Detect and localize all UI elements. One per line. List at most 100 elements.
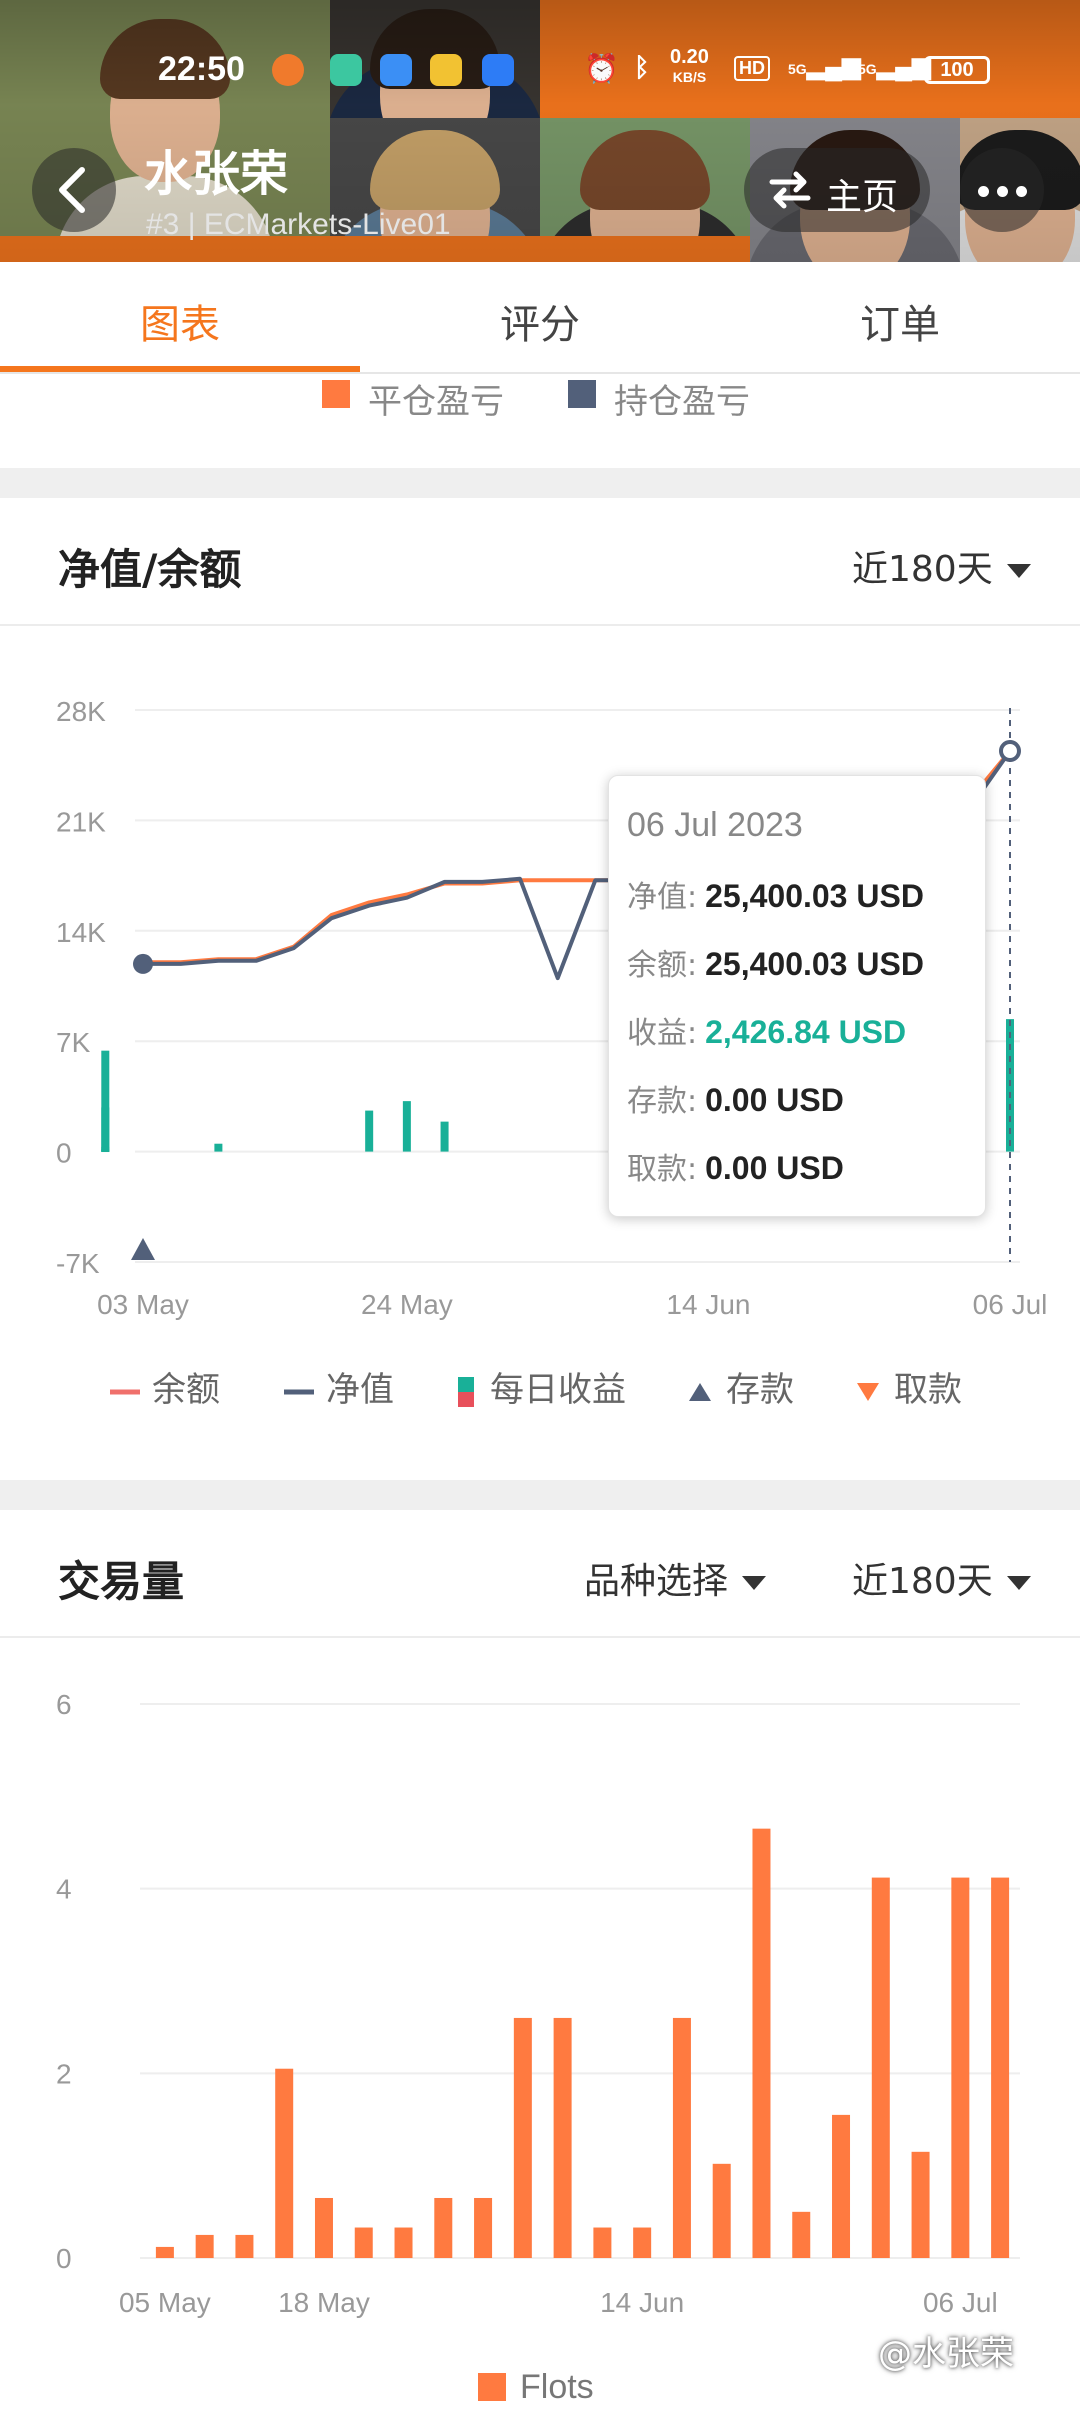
legend-square-icon <box>568 380 596 408</box>
volume-bar <box>911 2151 930 2258</box>
tooltip-row-profit: 收益: 2,426.84 USD <box>627 1014 907 1051</box>
volume-bar <box>513 2017 532 2258</box>
caret-down-icon <box>742 1576 767 1590</box>
chevron-left-icon <box>59 167 85 213</box>
bicolor-square-icon <box>458 1376 474 1407</box>
y-tick-label: 4 <box>56 1874 72 1905</box>
legend-balance[interactable]: 余额 <box>110 1362 220 1411</box>
tab-bar: 图表 评分 订单 <box>0 262 1080 374</box>
bluetooth-icon: ᛒ <box>634 52 650 82</box>
network-speed: 0.20 KB/S <box>670 46 709 85</box>
volume-bar <box>474 2197 493 2258</box>
signal-icon: 5G▂▄▆ <box>788 53 861 80</box>
volume-section-title: 交易量 <box>58 1557 185 1606</box>
caret-down-icon <box>1006 1576 1031 1590</box>
app-notification-icon <box>380 54 412 86</box>
volume-section-header: 交易量 品种选择 近180天 <box>0 1510 1080 1638</box>
tooltip-date: 06 Jul 2023 <box>627 806 803 844</box>
profile-header: 22:50 ⏰ ᛒ 0.20 KB/S HD 5G▂▄▆ 5G▂▄▆ 100 水张… <box>0 0 1080 262</box>
tab-rating[interactable]: 评分 <box>360 292 720 350</box>
daily-profit-bar <box>402 1101 411 1152</box>
legend-deposit[interactable]: 存款 <box>688 1362 794 1411</box>
pnl-legend: 平仓盈亏 持仓盈亏 <box>0 374 1080 468</box>
tab-charts[interactable]: 图表 <box>0 292 360 350</box>
battery-icon: 100 <box>924 56 990 84</box>
tooltip-row-withdrawal: 取款: 0.00 USD <box>627 1150 844 1187</box>
swap-icon <box>769 171 811 209</box>
account-subtitle: #3 | ECMarkets-Live01 <box>146 208 451 241</box>
volume-bar <box>951 1877 970 2258</box>
volume-bar <box>871 1877 890 2258</box>
volume-bar <box>633 2227 652 2258</box>
x-tick-label: 24 May <box>361 1289 453 1320</box>
legend-flots[interactable]: Flots <box>478 2368 594 2407</box>
y-tick-label: 28K <box>56 696 106 727</box>
status-bar: 22:50 ⏰ ᛒ 0.20 KB/S HD 5G▂▄▆ 5G▂▄▆ 100 <box>0 40 1080 100</box>
legend-withdrawal[interactable]: 取款 <box>856 1362 962 1411</box>
x-tick-label: 06 Jul <box>923 2287 998 2318</box>
legend-equity[interactable]: 净值 <box>284 1362 394 1411</box>
volume-bar <box>354 2227 373 2258</box>
app-notification-icon <box>272 54 304 86</box>
equity-legend: 余额 净值 每日收益 存款 取款 <box>0 1362 1080 1422</box>
watermark: @水张荣 <box>878 2334 1014 2374</box>
app-notification-icon <box>482 54 514 86</box>
daily-profit-bar <box>101 1050 110 1152</box>
symbol-select-dropdown[interactable]: 品种选择 <box>584 1552 767 1604</box>
home-button[interactable]: 主页 <box>744 148 930 232</box>
daily-profit-bar <box>440 1121 449 1152</box>
volume-chart[interactable]: 6 4 2 0 05 May 18 May 14 Jun 06 Jul <box>0 1640 1080 2340</box>
clock: 22:50 <box>158 50 245 88</box>
volume-bar <box>672 2017 691 2258</box>
x-tick-label: 03 May <box>97 1289 189 1320</box>
volume-bar <box>275 2068 294 2258</box>
volume-bar <box>314 2197 333 2258</box>
more-icon <box>978 186 989 197</box>
volume-bar <box>235 2234 254 2258</box>
triangle-down-icon <box>857 1382 879 1401</box>
start-point <box>133 953 153 974</box>
y-tick-label: 0 <box>56 2243 72 2274</box>
volume-bar <box>832 2114 851 2258</box>
equity-range-dropdown[interactable]: 近180天 <box>852 540 1031 592</box>
volume-range-dropdown[interactable]: 近180天 <box>852 1552 1031 1604</box>
volume-bar <box>712 2163 731 2258</box>
hd-icon: HD <box>734 56 770 81</box>
triangle-up-icon <box>689 1382 711 1401</box>
signal-icon: 5G▂▄▆ <box>858 53 931 80</box>
caret-down-icon <box>1006 564 1031 578</box>
more-button[interactable] <box>960 148 1044 232</box>
equity-section-header: 净值/余额 近180天 <box>0 498 1080 626</box>
volume-bar <box>792 2211 811 2258</box>
back-button[interactable] <box>32 148 116 232</box>
home-button-label: 主页 <box>826 177 899 218</box>
alarm-icon: ⏰ <box>584 53 619 84</box>
tooltip-row-equity: 净值: 25,400.03 USD <box>627 878 924 915</box>
volume-bar <box>991 1877 1010 2258</box>
y-tick-label: -7K <box>56 1248 100 1279</box>
volume-bar <box>394 2227 413 2258</box>
tab-orders[interactable]: 订单 <box>720 292 1080 350</box>
volume-bar <box>553 2017 572 2258</box>
legend-square-icon <box>322 380 350 408</box>
x-tick-label: 05 May <box>119 2287 211 2318</box>
daily-profit-bar <box>365 1110 374 1152</box>
legend-daily-profit[interactable]: 每日收益 <box>458 1362 626 1411</box>
x-tick-label: 14 Jun <box>600 2287 684 2318</box>
tooltip-row-deposit: 存款: 0.00 USD <box>627 1082 844 1119</box>
x-tick-label: 14 Jun <box>666 1289 750 1320</box>
tooltip-row-balance: 余额: 25,400.03 USD <box>627 946 924 983</box>
highlight-point <box>999 740 1021 763</box>
volume-chart-area: 6 4 2 0 05 May 18 May 14 Jun 06 Jul <box>0 1640 1080 2412</box>
volume-bar <box>434 2197 453 2258</box>
y-tick-label: 7K <box>56 1027 91 1058</box>
chart-tooltip: 06 Jul 2023 净值: 25,400.03 USD 余额: 25,400.0… <box>608 775 986 1217</box>
daily-profit-bar <box>101 1149 110 1152</box>
dash-icon <box>284 1389 314 1394</box>
y-tick-label: 2 <box>56 2058 72 2089</box>
volume-bar <box>155 2246 174 2258</box>
y-tick-label: 14K <box>56 917 106 948</box>
daily-profit-bar <box>214 1143 223 1152</box>
volume-bar <box>593 2227 612 2258</box>
equity-section-title: 净值/余额 <box>58 545 242 594</box>
